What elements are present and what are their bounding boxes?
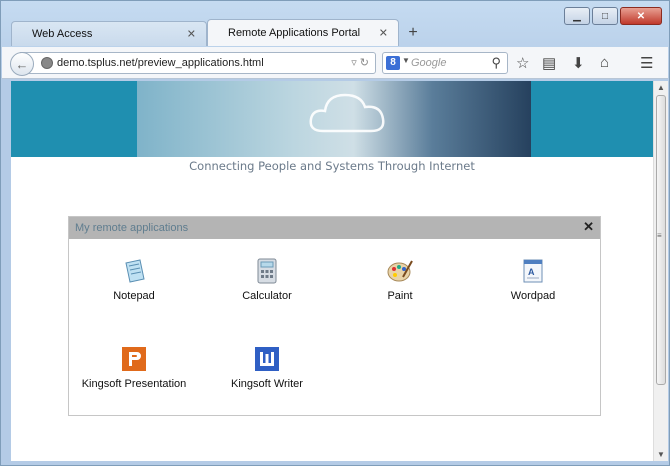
panel-header: My remote applications ✕	[69, 217, 600, 239]
app-kingsoft-writer[interactable]: Kingsoft Writer	[212, 345, 322, 391]
app-label: Paint	[387, 290, 413, 302]
svg-text:A: A	[528, 267, 535, 277]
kingsoft-presentation-icon	[122, 347, 146, 371]
wordpad-icon: A	[523, 259, 543, 283]
back-arrow-icon: ←	[15, 56, 29, 72]
cloud-icon	[309, 93, 385, 133]
download-icon[interactable]: ⬇	[572, 54, 585, 72]
tab-label: Remote Applications Portal	[228, 27, 361, 39]
url-text: demo.tsplus.net/preview_applications.htm…	[57, 57, 264, 69]
scrollbar-thumb[interactable]	[656, 95, 666, 385]
maximize-button[interactable]: □	[592, 7, 618, 25]
url-bar[interactable]: demo.tsplus.net/preview_applications.htm…	[20, 52, 376, 74]
menu-icon[interactable]: ☰	[640, 54, 653, 72]
app-label: Kingsoft Writer	[231, 378, 303, 390]
tab-remote-applications-portal[interactable]: Remote Applications Portal ✕	[207, 19, 399, 46]
app-label: Wordpad	[510, 290, 556, 302]
navigation-bar: demo.tsplus.net/preview_applications.htm…	[2, 47, 668, 79]
notepad-icon	[125, 259, 145, 283]
google-icon[interactable]: 8	[386, 56, 400, 70]
app-paint[interactable]: Paint	[345, 257, 455, 303]
tagline: Connecting People and Systems Through In…	[189, 159, 475, 173]
search-bar[interactable]: 8 ▼ Google ⚲	[382, 52, 508, 74]
close-icon[interactable]: ✕	[583, 219, 594, 235]
paint-palette-icon	[387, 260, 413, 282]
chevron-down-icon[interactable]: ▼	[402, 56, 410, 65]
close-window-button[interactable]: ✕	[620, 7, 662, 25]
new-tab-button[interactable]: +	[399, 19, 427, 46]
app-kingsoft-presentation[interactable]: Kingsoft Presentation	[79, 345, 189, 391]
scrollbar-grip-icon: ≡	[657, 231, 662, 240]
calculator-icon	[257, 258, 277, 284]
vertical-scrollbar[interactable]: ▲ ≡ ▼	[653, 81, 668, 461]
search-placeholder: Google	[411, 57, 447, 69]
home-icon[interactable]: ⌂	[600, 54, 609, 71]
reload-icon[interactable]: ▿ ↻	[351, 56, 369, 69]
close-tab-icon[interactable]: ✕	[187, 28, 196, 41]
remote-applications-panel: My remote applications ✕ Notepad Calcula…	[68, 216, 601, 416]
app-label: Calculator	[242, 290, 292, 302]
minimize-button[interactable]: ▁	[564, 7, 590, 25]
header-banner	[11, 81, 653, 157]
scroll-down-icon[interactable]: ▼	[657, 450, 665, 459]
tab-web-access[interactable]: Web Access ✕	[11, 21, 207, 46]
panel-title: My remote applications	[75, 222, 189, 234]
app-wordpad[interactable]: A Wordpad	[478, 257, 588, 303]
close-tab-icon[interactable]: ✕	[379, 27, 388, 40]
globe-icon	[41, 57, 53, 69]
app-calculator[interactable]: Calculator	[212, 257, 322, 303]
scroll-up-icon[interactable]: ▲	[657, 83, 665, 92]
search-icon[interactable]: ⚲	[491, 55, 501, 71]
page-content: Connecting People and Systems Through In…	[11, 81, 653, 461]
tab-label: Web Access	[32, 28, 93, 40]
app-label: Notepad	[113, 290, 155, 302]
app-notepad[interactable]: Notepad	[79, 257, 189, 303]
kingsoft-writer-icon	[255, 347, 279, 371]
browser-window: ▁ □ ✕ Web Access ✕ Remote Applications P…	[0, 0, 670, 466]
tab-bar: Web Access ✕ Remote Applications Portal …	[11, 19, 427, 47]
back-button[interactable]: ←	[10, 52, 34, 76]
reading-list-icon[interactable]: ▤	[542, 54, 556, 72]
app-label: Kingsoft Presentation	[81, 378, 187, 390]
bookmark-star-icon[interactable]: ☆	[516, 54, 529, 72]
window-controls: ▁ □ ✕	[562, 7, 662, 25]
